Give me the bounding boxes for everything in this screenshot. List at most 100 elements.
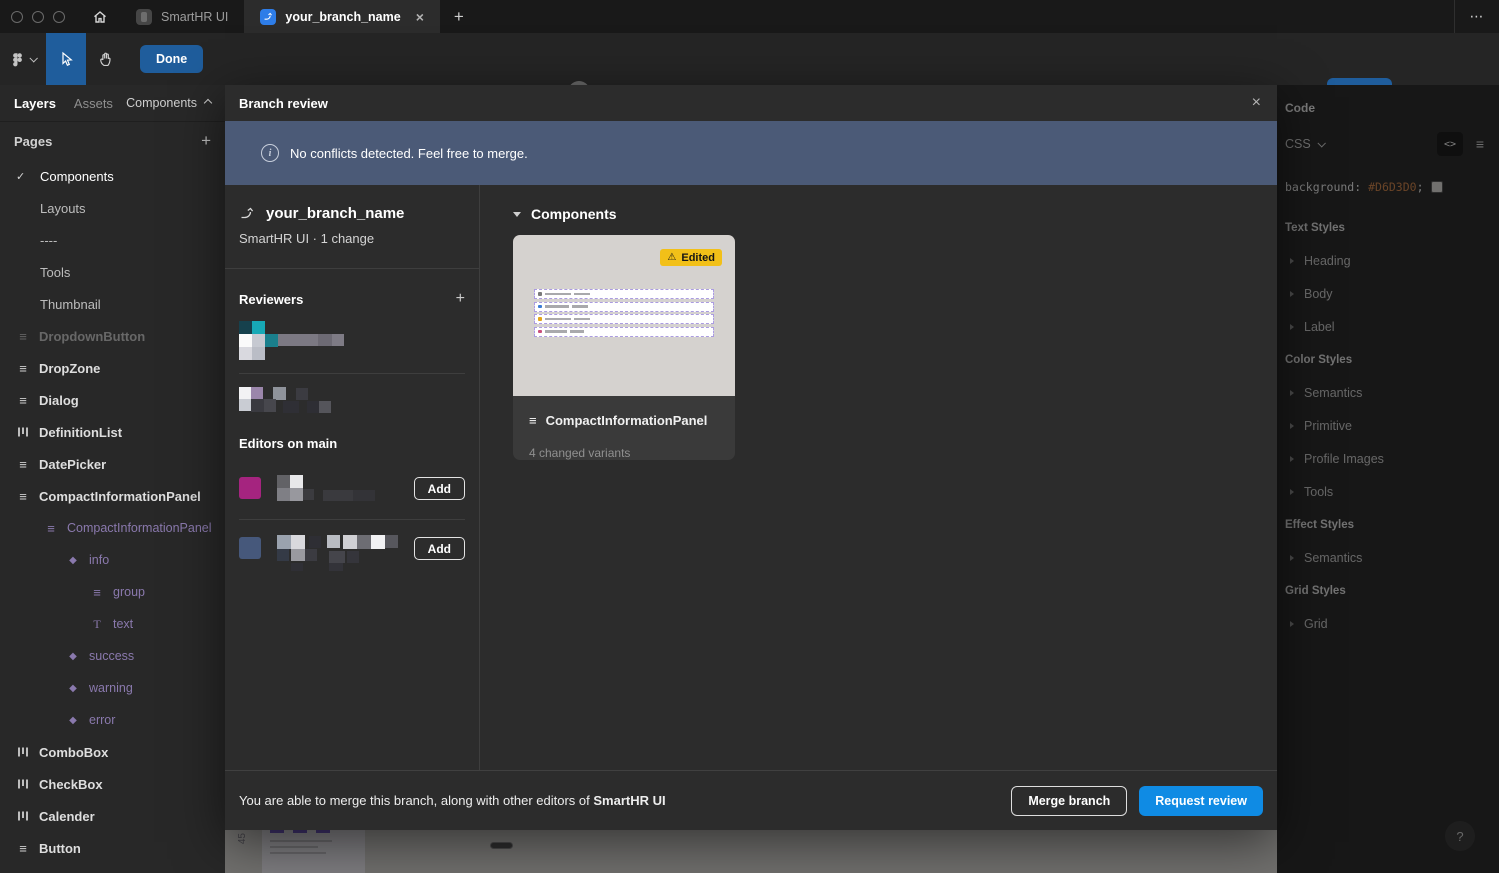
window-more-menu-button[interactable]: ⋯ <box>1455 0 1499 33</box>
window-minimize-button[interactable] <box>32 11 44 23</box>
no-conflicts-banner: i No conflicts detected. Feel free to me… <box>225 121 1277 185</box>
rows-frame-icon: ≡ <box>16 393 30 408</box>
branch-summary-panel: your_branch_name SmartHR UI · 1 change R… <box>225 185 480 770</box>
layer-dropdownbutton[interactable]: ≡DropdownButton <box>0 320 225 352</box>
redacted-editor-name <box>269 535 414 575</box>
layer-definitionlist[interactable]: DefinitionList <box>0 416 225 448</box>
page-item-layouts[interactable]: Layouts <box>0 192 225 224</box>
style-item-grid[interactable]: Grid <box>1277 607 1499 640</box>
style-item-effect-semantics[interactable]: Semantics <box>1277 541 1499 574</box>
modal-header: Branch review × <box>225 85 1277 121</box>
layer-compactinformationpanel-set[interactable]: ≡CompactInformationPanel <box>0 512 225 544</box>
branch-file-icon <box>260 9 276 25</box>
disclosure-icon <box>1290 324 1294 330</box>
style-item-profile-images[interactable]: Profile Images <box>1277 442 1499 475</box>
css-code-line: background: #D6D3D0 ; <box>1285 180 1499 194</box>
style-item-label[interactable]: Label <box>1277 310 1499 343</box>
page-item-separator[interactable]: ---- <box>0 224 225 256</box>
style-item-heading[interactable]: Heading <box>1277 244 1499 277</box>
layer-label: error <box>89 713 115 727</box>
style-item-tools[interactable]: Tools <box>1277 475 1499 508</box>
merge-branch-button[interactable]: Merge branch <box>1011 786 1127 816</box>
layer-group[interactable]: ≡ group <box>0 576 225 608</box>
list-view-toggle[interactable]: ≡ <box>1469 132 1491 156</box>
changed-component-card[interactable]: ⚠ Edited ≡ CompactInform <box>513 235 735 460</box>
style-item-primitive[interactable]: Primitive <box>1277 409 1499 442</box>
tab-layers[interactable]: Layers <box>14 96 56 111</box>
components-section-header[interactable]: Components <box>513 206 1277 222</box>
hand-tool-button[interactable] <box>86 33 126 85</box>
code-language-row: CSS <> ≡ <box>1277 132 1499 156</box>
divider <box>225 268 479 269</box>
style-label: Body <box>1304 287 1333 301</box>
layer-dropzone[interactable]: ≡ DropZone <box>0 352 225 384</box>
layer-text[interactable]: Ttext <box>0 608 225 640</box>
rows-frame-icon: ≡ <box>90 585 104 600</box>
variant-thumbnails <box>534 289 714 339</box>
layer-variant-error[interactable]: ◆error <box>0 704 225 736</box>
branch-icon <box>239 206 255 222</box>
page-dropdown[interactable]: Components <box>126 96 211 110</box>
window-zoom-button[interactable] <box>53 11 65 23</box>
component-name: CompactInformationPanel <box>546 413 708 428</box>
canvas-frame[interactable] <box>262 830 365 873</box>
page-item-tools[interactable]: Tools <box>0 256 225 288</box>
main-menu-button[interactable] <box>0 33 46 85</box>
layer-variant-success[interactable]: ◆success <box>0 640 225 672</box>
tab-your-branch-name[interactable]: your_branch_name × <box>244 0 440 33</box>
add-editor-button[interactable]: Add <box>414 537 465 560</box>
layers-panel: Layers Assets Components Pages + ✓ Compo… <box>0 85 225 873</box>
layer-label: group <box>113 585 145 599</box>
code-view-toggle[interactable]: <> <box>1437 132 1463 156</box>
done-button[interactable]: Done <box>140 45 203 73</box>
horizontal-scrollbar[interactable] <box>490 842 513 849</box>
grid-styles-header: Grid Styles <box>1277 574 1499 607</box>
window-close-button[interactable] <box>11 11 23 23</box>
page-item-thumbnail[interactable]: Thumbnail <box>0 288 225 320</box>
request-review-button[interactable]: Request review <box>1139 786 1263 816</box>
help-button[interactable]: ? <box>1445 821 1475 851</box>
layer-button[interactable]: ≡Button <box>0 832 225 864</box>
tab-assets[interactable]: Assets <box>74 96 113 111</box>
add-reviewer-button[interactable]: + <box>456 290 465 308</box>
changed-variants-count: 4 changed variants <box>529 446 719 460</box>
page-label: Layouts <box>40 201 86 216</box>
rows-frame-icon: ≡ <box>16 841 30 856</box>
style-item-body[interactable]: Body <box>1277 277 1499 310</box>
components-section-title: Components <box>531 206 617 222</box>
pages-title: Pages <box>14 134 52 149</box>
layer-dialog[interactable]: ≡Dialog <box>0 384 225 416</box>
disclosure-icon <box>1290 258 1294 264</box>
close-icon[interactable]: × <box>1252 95 1261 111</box>
layer-label: DropZone <box>39 361 100 376</box>
disclosure-icon <box>1290 555 1294 561</box>
layer-checkbox[interactable]: CheckBox <box>0 768 225 800</box>
home-button[interactable] <box>80 0 120 33</box>
add-editor-button[interactable]: Add <box>414 477 465 500</box>
layer-combobox[interactable]: ComboBox <box>0 736 225 768</box>
layer-label: CompactInformationPanel <box>39 489 201 504</box>
layer-datepicker[interactable]: ≡DatePicker <box>0 448 225 480</box>
layer-compactinformationpanel[interactable]: ≡CompactInformationPanel <box>0 480 225 512</box>
new-tab-button[interactable]: + <box>440 0 478 33</box>
layer-variant-warning[interactable]: ◆warning <box>0 672 225 704</box>
layer-variant-info[interactable]: ◆info <box>0 544 225 576</box>
code-language-dropdown[interactable]: CSS <box>1285 137 1324 151</box>
style-label: Semantics <box>1304 386 1362 400</box>
rows-frame-icon: ≡ <box>16 361 30 376</box>
move-tool-button[interactable] <box>46 33 86 85</box>
style-item-semantics[interactable]: Semantics <box>1277 376 1499 409</box>
close-tab-icon[interactable]: × <box>416 10 424 24</box>
page-item-components[interactable]: ✓ Components <box>0 160 225 192</box>
css-property: background: <box>1285 180 1361 194</box>
editors-header: Editors on main <box>239 436 465 451</box>
redacted-editor-name <box>269 475 414 505</box>
merge-permission-text: You are able to merge this branch, along… <box>239 793 666 808</box>
disclosure-icon <box>1290 621 1294 627</box>
chevron-down-icon <box>29 54 37 62</box>
window-controls[interactable] <box>0 11 80 23</box>
add-page-button[interactable]: + <box>201 131 211 151</box>
edited-badge: ⚠ Edited <box>660 249 722 266</box>
tab-smarthr-ui[interactable]: SmartHR UI <box>120 0 244 33</box>
layer-calender[interactable]: Calender <box>0 800 225 832</box>
